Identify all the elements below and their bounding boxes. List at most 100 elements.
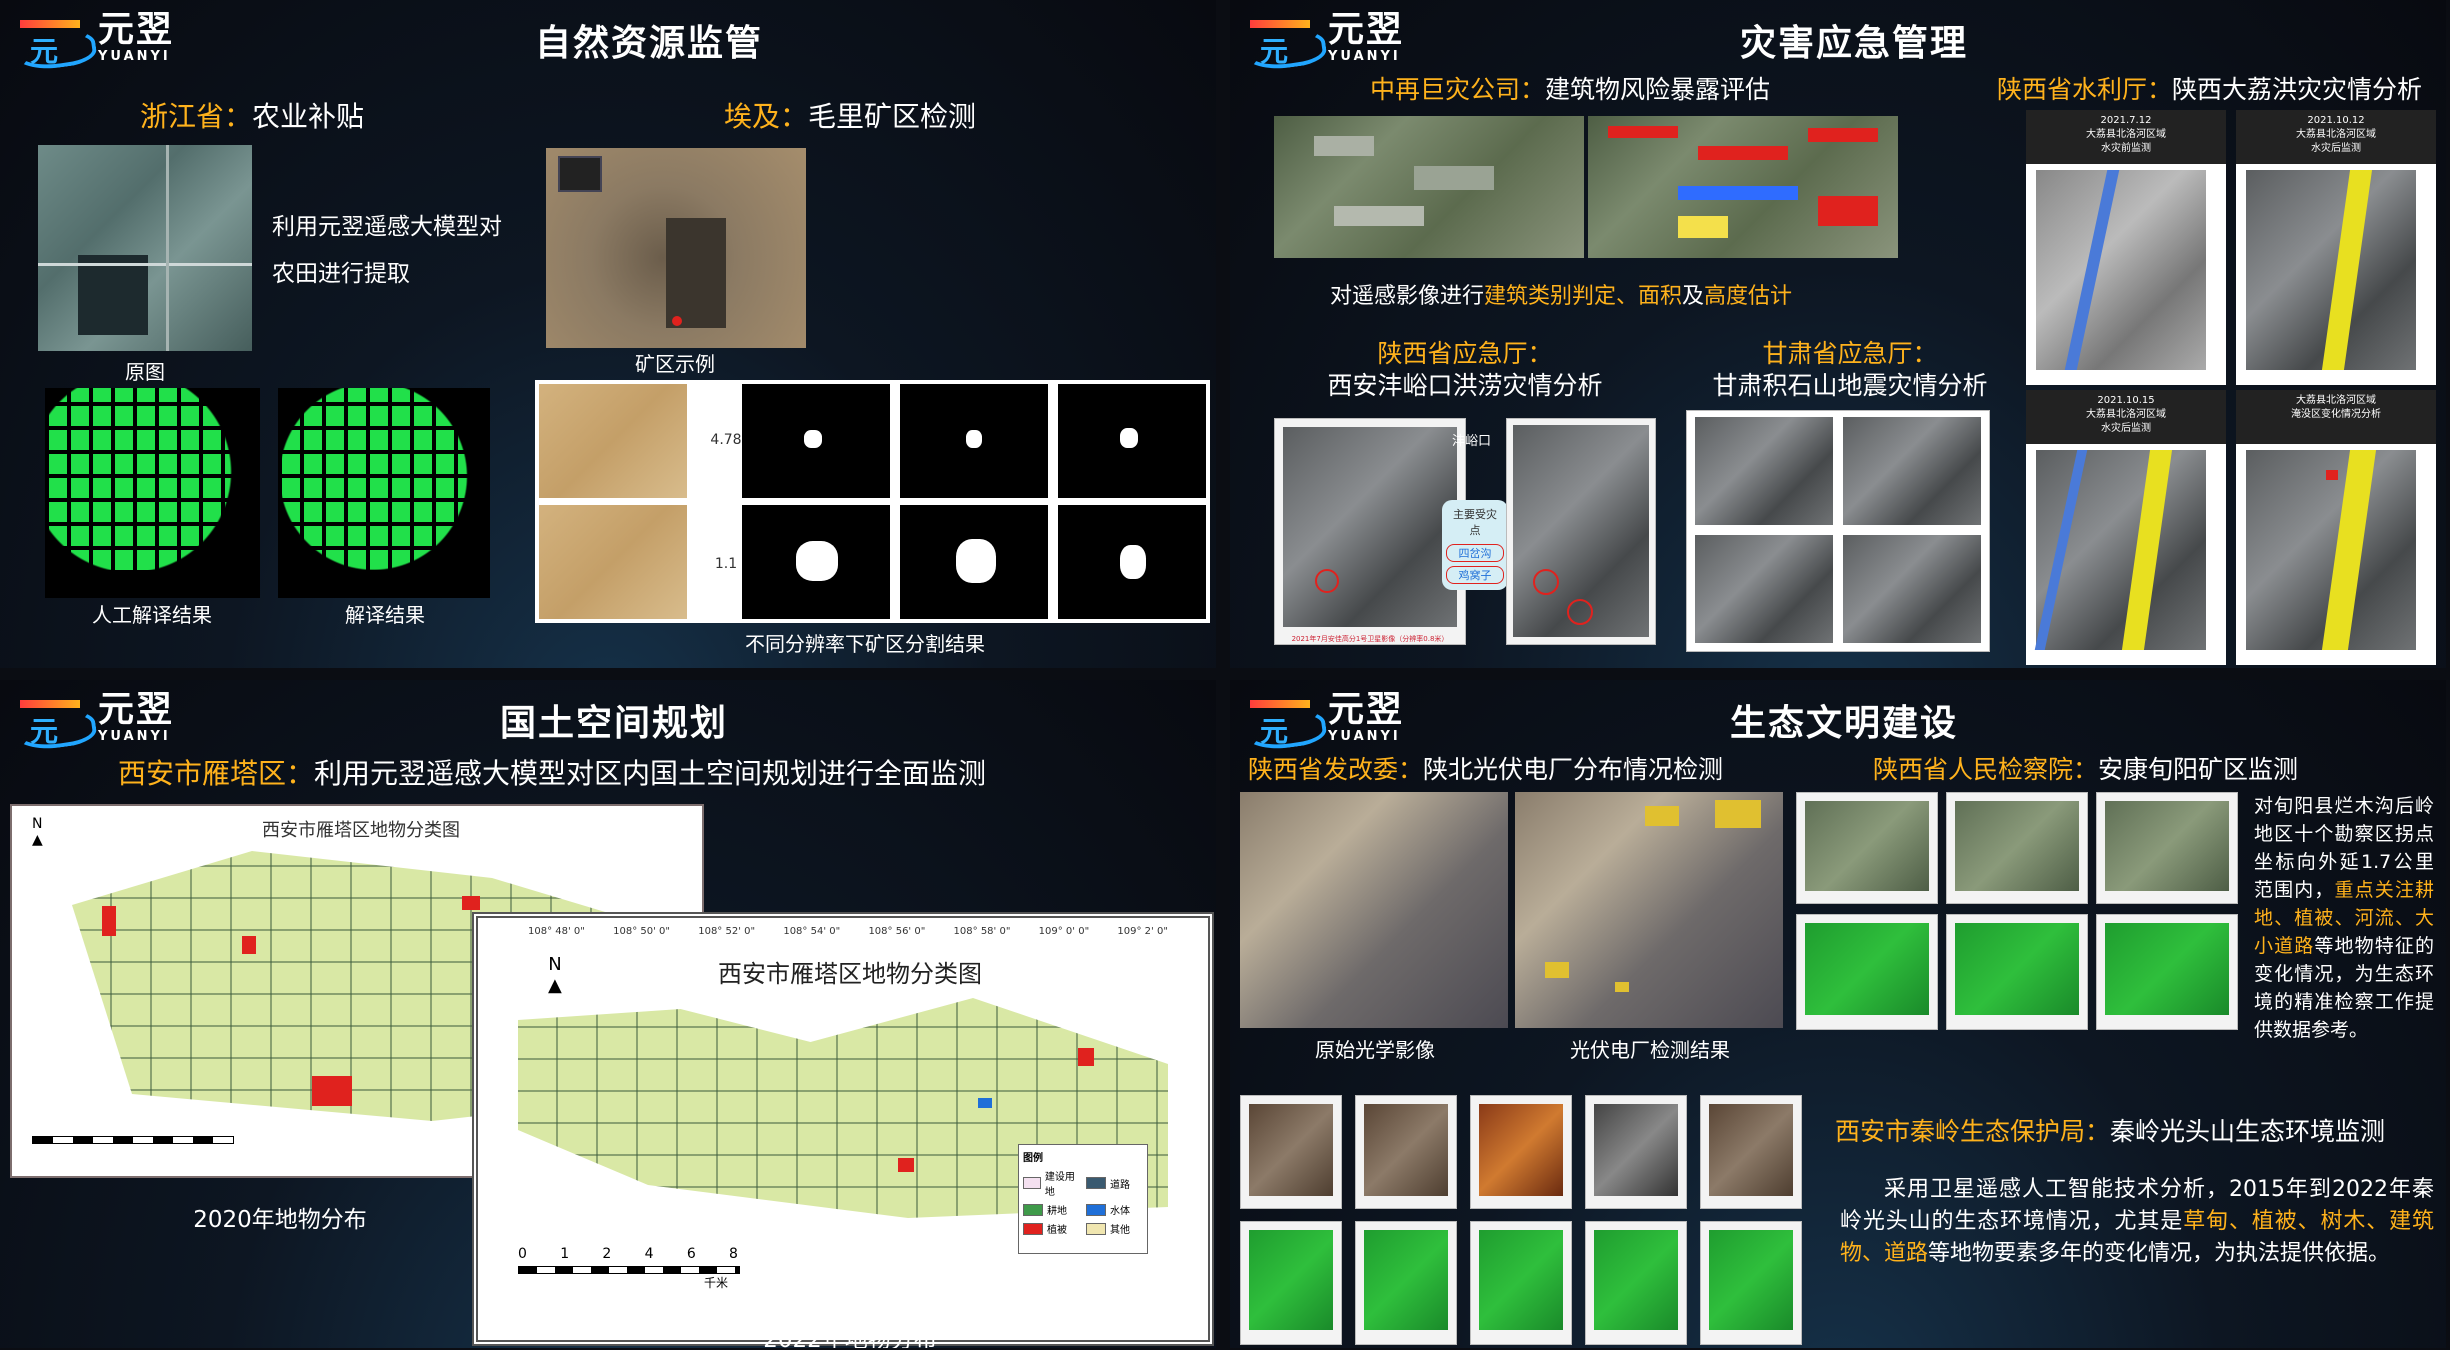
- legend-item: 耕地: [1023, 1202, 1080, 1217]
- flood-map-2: 2021.10.12 大荔县北洛河区域 水灾后监测: [2236, 110, 2436, 385]
- logo: 元 元翌 YUANYI: [11, 12, 174, 74]
- legend-item: 水体: [1086, 1202, 1143, 1217]
- building-result-image: [1588, 116, 1898, 258]
- panel-title: 自然资源监管: [535, 23, 764, 64]
- subtitle-gansu-emergency: 甘肃省应急厅： 甘肃积石山地震灾情分析: [1685, 338, 2015, 402]
- org-label: 中再巨灾公司：: [1370, 75, 1546, 104]
- panel-spatial-planning: 元 元翌 YUANYI 国土空间规划 西安市雁塔区：利用元翌遥感大模型对区内国土空…: [0, 680, 1216, 1348]
- logo-en: YUANYI: [1328, 729, 1401, 744]
- topic-label: 建筑物风险暴露评估: [1545, 75, 1771, 104]
- org-label: 陕西省应急厅：: [1377, 339, 1553, 368]
- topic-label: 毛里矿区检测: [808, 100, 977, 133]
- logo-en: YUANYI: [1328, 49, 1401, 64]
- scale-bar: [518, 1266, 740, 1274]
- flood-map-4: 大荔县北洛河区域 淹没区变化情况分析: [2236, 390, 2436, 665]
- logo-en: YUANYI: [98, 49, 171, 64]
- map-date: 2021.7.12: [2100, 115, 2152, 126]
- desc-highlight: 建筑类别判定、面积: [1484, 284, 1683, 309]
- caption-pv-original: 原始光学影像: [1315, 1038, 1435, 1062]
- map-line1: 大荔县北洛河区域: [2086, 409, 2166, 420]
- legend-item: 建设用地: [1023, 1168, 1080, 1198]
- flood-label-main: 主要受灾点: [1453, 508, 1497, 537]
- org-label: 埃及：: [724, 100, 809, 133]
- mine-example-image: [546, 148, 806, 348]
- desc-text: 及: [1682, 284, 1705, 309]
- scale-label: 1: [560, 1246, 570, 1262]
- panel-eco-civilization: 元 元翌 YUANYI 生态文明建设 陕西省发改委：陕北光伏电厂分布情况检测 原始…: [1230, 680, 2446, 1348]
- topic-label: 西安沣峪口洪涝灾情分析: [1327, 371, 1603, 400]
- seg-mask-1b: [900, 384, 1048, 498]
- legend-label: 水体: [1110, 1206, 1130, 1217]
- seg-mask-2a: [742, 505, 890, 619]
- qinling-description: 采用卫星遥感人工智能技术分析，2015年到2022年秦岭光头山的生态环境情况，尤…: [1840, 1174, 2434, 1270]
- subtitle-water-resources: 陕西省水利厅：陕西大荔洪灾灾情分析: [1997, 70, 2422, 106]
- coord-label: 108° 48' 0": [528, 926, 585, 937]
- classification-map-2022: 108° 48' 0" 108° 50' 0" 108° 52' 0" 108°…: [472, 912, 1214, 1346]
- flood-legend-box: 主要受灾点 四岔沟 鸡窝子: [1442, 500, 1508, 590]
- org-label: 陕西省人民检察院：: [1873, 755, 2099, 784]
- legend-swatch: [1086, 1177, 1106, 1189]
- legend-item: 道路: [1086, 1168, 1143, 1198]
- map-line2: 水灾后监测: [2311, 143, 2361, 154]
- caption-mine-example: 矿区示例: [635, 352, 715, 376]
- flood-label-a: 四岔沟: [1446, 544, 1504, 562]
- org-label: 浙江省：: [140, 100, 253, 133]
- caption-manual: 人工解译结果: [92, 603, 212, 627]
- earthquake-analysis-maps: [1686, 410, 1990, 652]
- coord-label: 109° 2' 0": [1117, 926, 1168, 937]
- map-line2: 水灾后监测: [2101, 423, 2151, 434]
- subtitle-zhejiang: 浙江省：农业补贴: [140, 95, 364, 135]
- org-label: 西安市雁塔区：: [118, 757, 315, 790]
- map-coords-top: 108° 48' 0" 108° 50' 0" 108° 52' 0" 108°…: [528, 926, 1168, 937]
- subtitle-egypt: 埃及：毛里矿区检测: [724, 95, 976, 135]
- caption-pv-result: 光伏电厂检测结果: [1570, 1038, 1730, 1062]
- logo-icon: 元: [11, 14, 99, 74]
- panel-disaster-management: 元 元翌 YUANYI 灾害应急管理 中再巨灾公司：建筑物风险暴露评估 对遥感影像…: [1230, 0, 2446, 668]
- legend-swatch: [1086, 1222, 1106, 1235]
- map-line2: 水灾前监测: [2101, 143, 2151, 154]
- logo-en: YUANYI: [98, 729, 171, 744]
- coord-label: 108° 54' 0": [783, 926, 841, 937]
- scale-bar: [32, 1136, 234, 1144]
- flood-map-3: 2021.10.15 大荔县北洛河区域 水灾后监测: [2026, 390, 2226, 665]
- seg-source-image-2: [539, 505, 687, 619]
- flood-analysis-map-left: 2021年7月安佳高分1号卫星影像（分辨率0.8米）: [1274, 418, 1466, 645]
- caption-result: 解译结果: [345, 603, 425, 627]
- topic-label: 陕北光伏电厂分布情况检测: [1423, 755, 1724, 784]
- building-description: 对遥感影像进行建筑类别判定、面积及高度估计: [1330, 278, 1792, 310]
- desc-highlight: 高度估计: [1704, 284, 1793, 309]
- caption-original: 原图: [125, 360, 165, 384]
- pv-result-image: [1515, 792, 1783, 1028]
- caption-2022: 2022年地物分布: [763, 1327, 937, 1348]
- legend-title: 图例: [1023, 1153, 1043, 1164]
- pv-original-image: [1240, 792, 1508, 1028]
- legend-label: 其他: [1110, 1225, 1130, 1236]
- legend-item: 植被: [1023, 1221, 1080, 1236]
- topic-label: 安康旬阳矿区监测: [2098, 755, 2299, 784]
- subtitle-shaanxi-emergency: 陕西省应急厅： 西安沣峪口洪涝灾情分析: [1270, 338, 1660, 402]
- scale-unit: 千米: [704, 1276, 729, 1290]
- map-line1: 大荔县北洛河区域: [2296, 129, 2376, 140]
- panel-title: 国土空间规划: [500, 703, 729, 744]
- subtitle-yanta: 西安市雁塔区：利用元翌遥感大模型对区内国土空间规划进行全面监测: [118, 752, 986, 792]
- map-line1: 大荔县北洛河区域: [2296, 395, 2376, 406]
- topic-label: 陕西大荔洪灾灾情分析: [2172, 75, 2423, 104]
- logo-icon: 元: [1241, 694, 1329, 754]
- map-date: 2021.10.15: [2097, 395, 2155, 406]
- coord-label: 108° 56' 0": [868, 926, 926, 937]
- logo-cn: 元翌: [1328, 689, 1405, 730]
- farmland-original-image: [38, 145, 252, 351]
- desc-text: 对遥感影像进行: [1330, 284, 1485, 309]
- flood-label-top: 沣峪口: [1452, 434, 1492, 449]
- map-line1: 大荔县北洛河区域: [2086, 129, 2166, 140]
- seg-mask-1c: [1058, 384, 1206, 498]
- farmland-description: 利用元翌遥感大模型对农田进行提取: [272, 214, 502, 287]
- manual-interpretation-image: [45, 388, 260, 598]
- north-arrow-icon: N ▲: [32, 816, 43, 848]
- org-label: 甘肃省应急厅：: [1762, 339, 1938, 368]
- flood-label-b: 鸡窝子: [1446, 566, 1504, 584]
- topic-label: 农业补贴: [252, 100, 365, 133]
- segmentation-results: 4.78 1.1: [535, 380, 1210, 623]
- legend-item: 其他: [1086, 1221, 1143, 1236]
- legend-swatch: [1086, 1203, 1106, 1216]
